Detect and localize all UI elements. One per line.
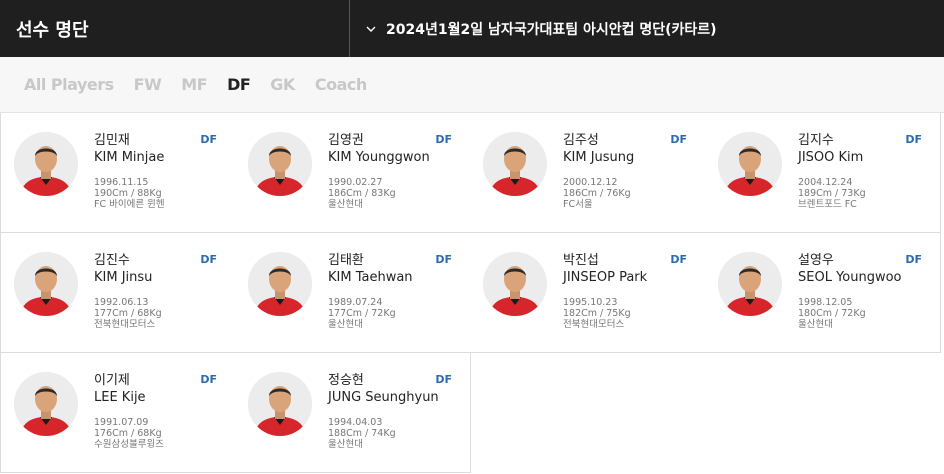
player-card[interactable]: 박진섭 JINSEOP Park 1995.10.23 182Cm / 75Kg 전북현…	[470, 233, 706, 353]
player-photo	[483, 132, 547, 196]
player-height-weight: 186Cm / 83Kg	[328, 188, 396, 199]
tab-all-players[interactable]: All Players	[24, 75, 114, 94]
player-height-weight: 180Cm / 72Kg	[798, 308, 866, 319]
player-details: 1998.12.05 180Cm / 72Kg 울산현대	[798, 297, 933, 330]
player-details: 1989.07.24 177Cm / 72Kg 울산현대	[328, 297, 463, 330]
player-details: 2000.12.12 186Cm / 76Kg FC서울	[563, 177, 698, 210]
player-details: 1994.04.03 188Cm / 74Kg 울산현대	[328, 417, 463, 450]
player-birthdate: 1998.12.05	[798, 297, 853, 308]
player-birthdate: 2004.12.24	[798, 177, 853, 188]
player-birthdate: 1989.07.24	[328, 297, 383, 308]
player-name-en: KIM Minjae	[94, 150, 165, 165]
player-club: 울산현대	[328, 319, 363, 330]
player-club: 브렌트포드 FC	[798, 199, 857, 210]
player-photo	[248, 372, 312, 436]
player-height-weight: 188Cm / 74Kg	[328, 428, 396, 439]
player-card[interactable]: 김주성 KIM Jusung 2000.12.12 186Cm / 76Kg FC서울 D…	[470, 113, 706, 233]
player-birthdate: 1996.11.15	[94, 177, 149, 188]
player-name-en: SEOL Youngwoo	[798, 270, 902, 285]
position-badge: DF	[200, 133, 217, 146]
player-club: 전북현대모터스	[94, 319, 156, 330]
chevron-down-icon	[366, 26, 376, 32]
position-badge: DF	[905, 133, 922, 146]
player-height-weight: 177Cm / 72Kg	[328, 308, 396, 319]
player-height-weight: 182Cm / 75Kg	[563, 308, 631, 319]
top-bar: 선수 명단 2024년1월2일 남자국가대표팀 아시안컵 명단(카타르)	[0, 0, 944, 57]
position-badge: DF	[435, 253, 452, 266]
player-details: 1996.11.15 190Cm / 88Kg FC 바이에른 뮌헨	[94, 177, 229, 210]
player-card[interactable]: 정승현 JUNG Seunghyun 1994.04.03 188Cm / 74Kg 울…	[235, 353, 471, 473]
player-birthdate: 2000.12.12	[563, 177, 618, 188]
player-card[interactable]: 김민재 KIM Minjae 1996.11.15 190Cm / 88Kg FC 바이…	[0, 113, 236, 233]
player-card[interactable]: 김진수 KIM Jinsu 1992.06.13 177Cm / 68Kg 전북현대모터…	[0, 233, 236, 353]
player-name-en: KIM Jinsu	[94, 270, 153, 285]
tab-fw[interactable]: FW	[134, 75, 162, 94]
player-details: 1992.06.13 177Cm / 68Kg 전북현대모터스	[94, 297, 229, 330]
player-height-weight: 189Cm / 73Kg	[798, 188, 866, 199]
player-photo	[248, 132, 312, 196]
player-card[interactable]: 설영우 SEOL Youngwoo 1998.12.05 180Cm / 72Kg 울산…	[705, 233, 941, 353]
player-photo	[14, 372, 78, 436]
player-birthdate: 1994.04.03	[328, 417, 383, 428]
roster-select[interactable]: 2024년1월2일 남자국가대표팀 아시안컵 명단(카타르)	[350, 0, 944, 57]
tab-df[interactable]: DF	[227, 75, 251, 94]
player-photo	[718, 252, 782, 316]
position-badge: DF	[670, 253, 687, 266]
position-badge: DF	[435, 133, 452, 146]
tab-mf[interactable]: MF	[181, 75, 207, 94]
player-birthdate: 1995.10.23	[563, 297, 618, 308]
player-club: 수원삼성블루윙즈	[94, 439, 164, 450]
position-badge: DF	[670, 133, 687, 146]
player-name-en: KIM Jusung	[563, 150, 635, 165]
position-badge: DF	[200, 373, 217, 386]
player-name-en: KIM Taehwan	[328, 270, 413, 285]
player-details: 1991.07.09 176Cm / 68Kg 수원삼성블루윙즈	[94, 417, 229, 450]
player-name-en: JISOO Kim	[798, 150, 864, 165]
player-photo	[14, 252, 78, 316]
player-birthdate: 1992.06.13	[94, 297, 149, 308]
player-name-en: JUNG Seunghyun	[328, 390, 439, 405]
player-name-en: KIM Younggwon	[328, 150, 430, 165]
player-details: 2004.12.24 189Cm / 73Kg 브렌트포드 FC	[798, 177, 933, 210]
player-club: 울산현대	[328, 439, 363, 450]
player-details: 1990.02.27 186Cm / 83Kg 울산현대	[328, 177, 463, 210]
player-card[interactable]: 김지수 JISOO Kim 2004.12.24 189Cm / 73Kg 브렌트포드 …	[705, 113, 941, 233]
player-card[interactable]: 김태환 KIM Taehwan 1989.07.24 177Cm / 72Kg 울산현대…	[235, 233, 471, 353]
player-club: 전북현대모터스	[563, 319, 625, 330]
player-club: FC서울	[563, 199, 593, 210]
position-badge: DF	[200, 253, 217, 266]
player-height-weight: 190Cm / 88Kg	[94, 188, 162, 199]
position-tabs: All Players FW MF DF GK Coach	[0, 57, 944, 113]
tab-gk[interactable]: GK	[270, 75, 295, 94]
player-club: 울산현대	[798, 319, 833, 330]
player-birthdate: 1991.07.09	[94, 417, 149, 428]
position-badge: DF	[905, 253, 922, 266]
player-name-en: JINSEOP Park	[563, 270, 648, 285]
player-card[interactable]: 이기제 LEE Kije 1991.07.09 176Cm / 68Kg 수원삼성블루윙…	[0, 353, 236, 473]
player-club: 울산현대	[328, 199, 363, 210]
roster-select-label: 2024년1월2일 남자국가대표팀 아시안컵 명단(카타르)	[386, 21, 717, 38]
position-badge: DF	[435, 373, 452, 386]
player-card[interactable]: 김영권 KIM Younggwon 1990.02.27 186Cm / 83Kg 울산…	[235, 113, 471, 233]
player-height-weight: 186Cm / 76Kg	[563, 188, 631, 199]
player-name-en: LEE Kije	[94, 390, 146, 405]
player-club: FC 바이에른 뮌헨	[94, 199, 165, 210]
player-photo	[14, 132, 78, 196]
tab-coach[interactable]: Coach	[315, 75, 367, 94]
player-photo	[248, 252, 312, 316]
player-height-weight: 176Cm / 68Kg	[94, 428, 162, 439]
player-height-weight: 177Cm / 68Kg	[94, 308, 162, 319]
player-photo	[718, 132, 782, 196]
player-photo	[483, 252, 547, 316]
player-birthdate: 1990.02.27	[328, 177, 383, 188]
section-header: 선수 명단	[0, 0, 350, 57]
section-title: 선수 명단	[16, 19, 89, 41]
player-details: 1995.10.23 182Cm / 75Kg 전북현대모터스	[563, 297, 698, 330]
